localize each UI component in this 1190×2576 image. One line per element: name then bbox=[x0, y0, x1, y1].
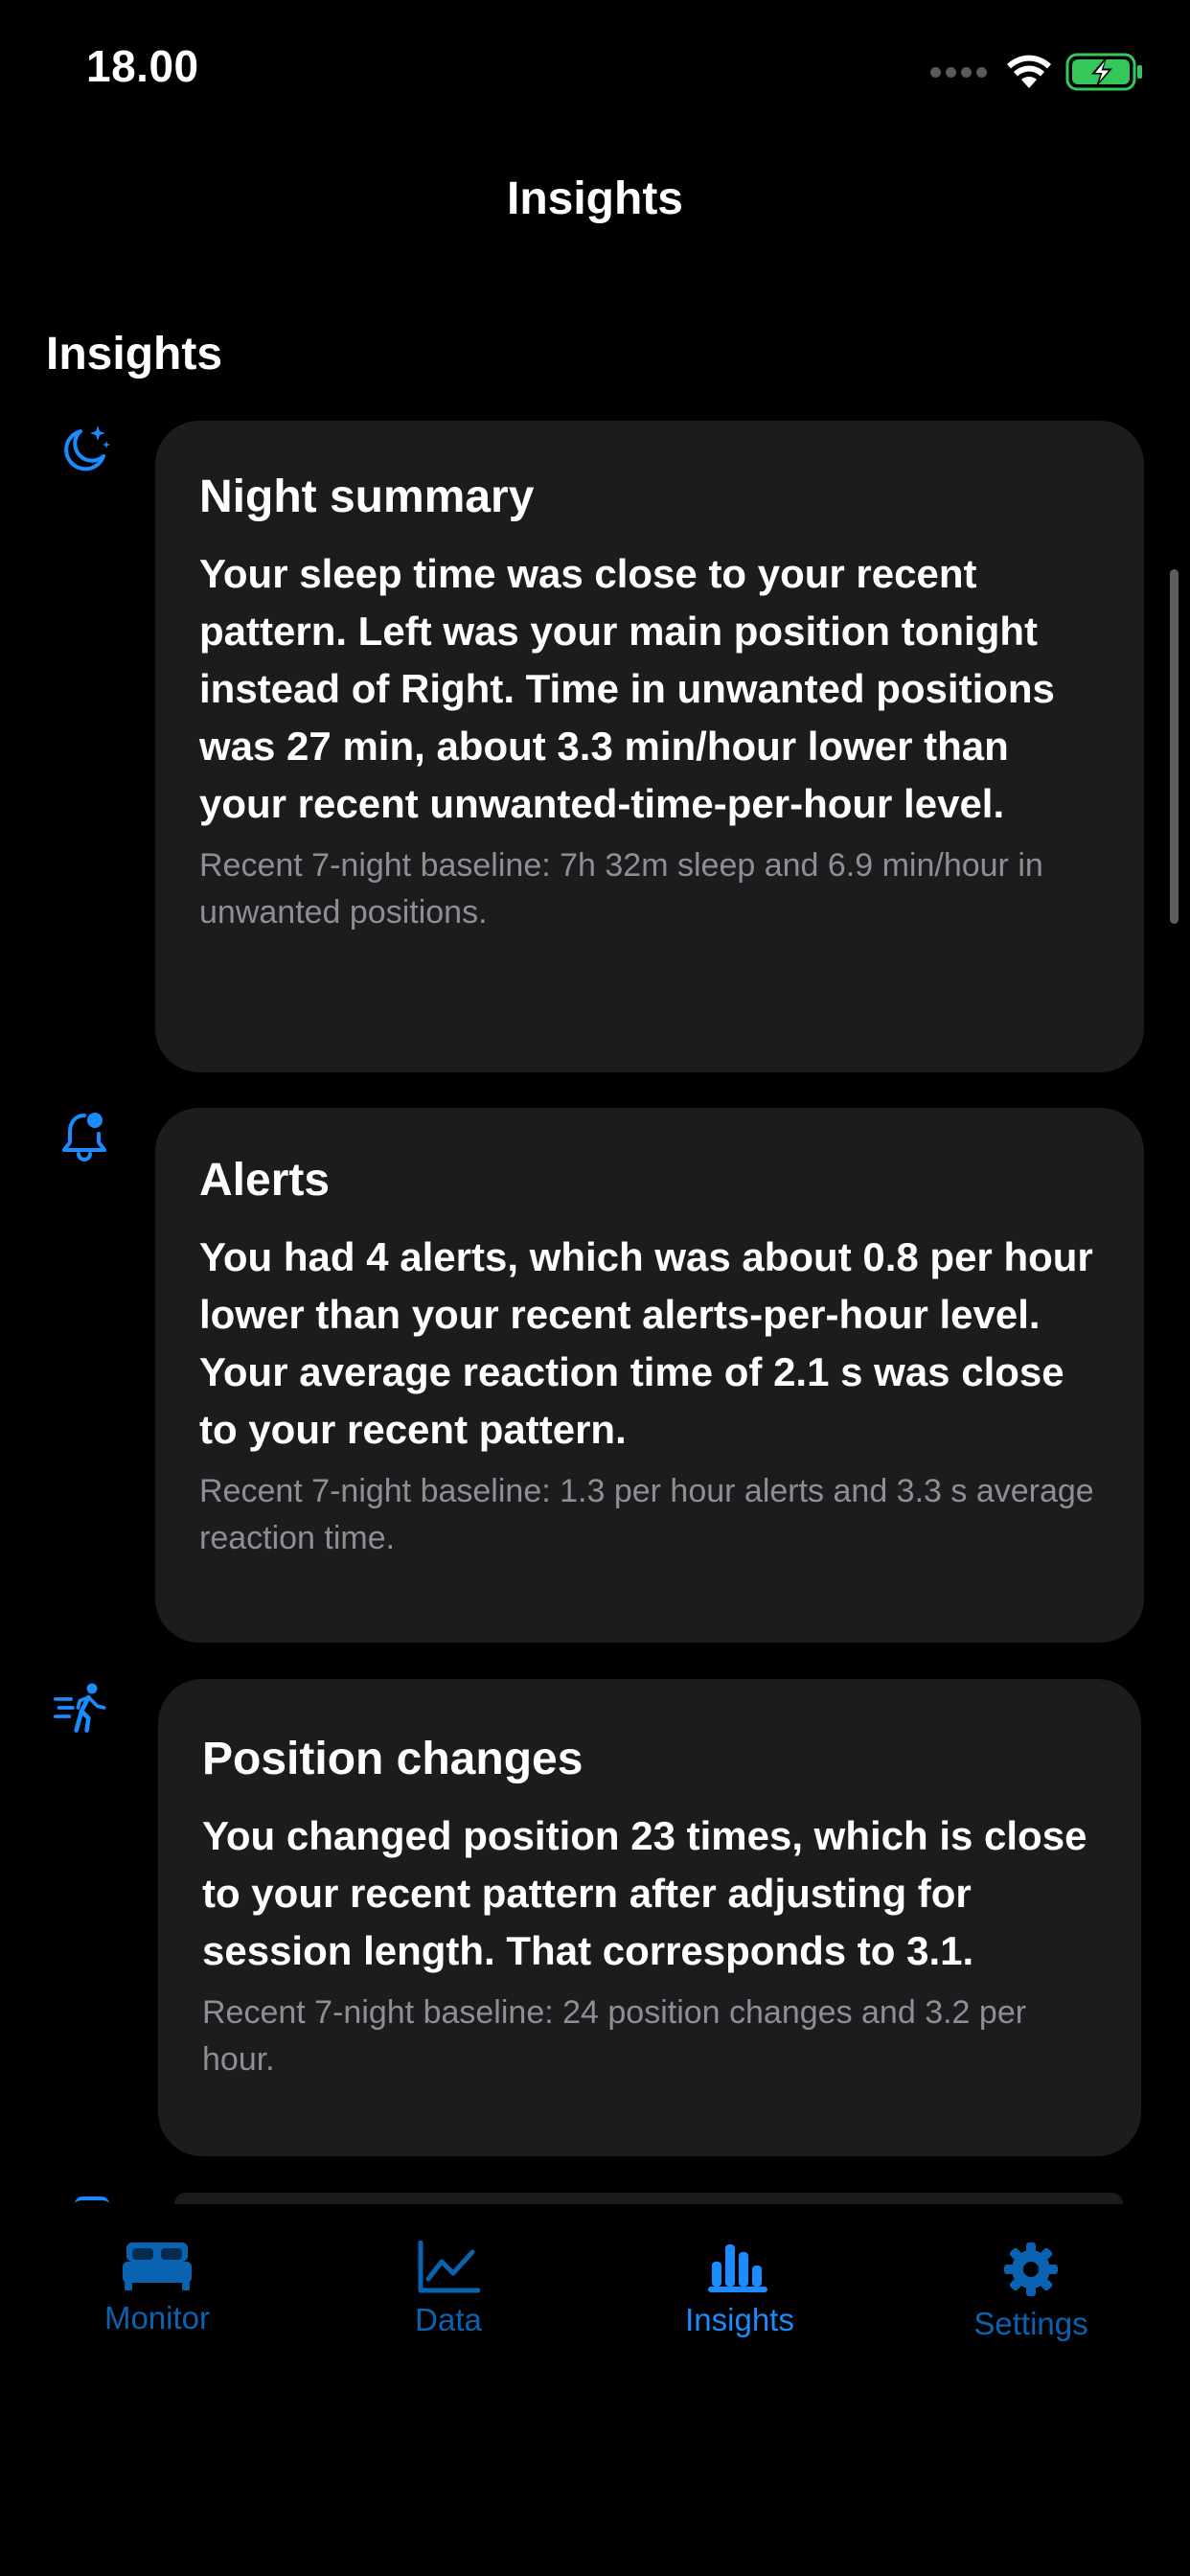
scroll-indicator[interactable] bbox=[1170, 569, 1179, 924]
bar-chart-icon bbox=[708, 2244, 767, 2292]
tab-label: Monitor bbox=[103, 2300, 211, 2335]
battery-charging-icon bbox=[1065, 53, 1142, 91]
moon-stars-icon bbox=[64, 426, 110, 472]
card-baseline-note: Recent 7-night baseline: 24 position cha… bbox=[202, 1994, 1027, 2078]
position-changes-card[interactable]: Position changes You changed position 23… bbox=[158, 1679, 1141, 2156]
night-summary-card[interactable]: Night summary Your sleep time was close … bbox=[155, 421, 1144, 1072]
card-baseline-note: Recent 7-night baseline: 7h 32m sleep an… bbox=[199, 847, 1043, 931]
card-title: Alerts bbox=[199, 1155, 331, 1206]
insights-screen: 18.00 Insights Insights Night summary Yo… bbox=[0, 0, 1190, 2576]
card-body: You changed position 23 times, which is … bbox=[202, 1813, 1087, 1973]
line-chart-icon bbox=[418, 2241, 480, 2293]
gear-icon bbox=[1004, 2242, 1058, 2296]
card-body: Your sleep time was close to your recent… bbox=[199, 551, 1055, 826]
status-time: 18.00 bbox=[86, 41, 199, 91]
card-title: Position changes bbox=[202, 1734, 584, 1784]
tab-monitor[interactable]: Monitor bbox=[52, 2241, 263, 2336]
tab-label: Settings bbox=[973, 2306, 1088, 2341]
tab-data[interactable]: Data bbox=[343, 2241, 554, 2338]
tab-label: Insights bbox=[685, 2302, 794, 2337]
status-indicators bbox=[930, 48, 1144, 96]
tab-bar: Monitor Data Insights Settings bbox=[0, 2204, 1190, 2396]
tab-label: Data bbox=[415, 2302, 482, 2337]
bell-badge-icon bbox=[62, 1113, 106, 1162]
card-title: Night summary bbox=[199, 472, 535, 522]
nav-title: Insights bbox=[506, 173, 683, 224]
alerts-card[interactable]: Alerts You had 4 alerts, which was about… bbox=[155, 1108, 1144, 1643]
tab-settings[interactable]: Settings bbox=[926, 2241, 1136, 2342]
figure-walk-motion-icon bbox=[54, 1683, 106, 1733]
card-baseline-note: Recent 7-night baseline: 1.3 per hour al… bbox=[199, 1473, 1094, 1556]
next-card-edge bbox=[174, 2193, 1123, 2204]
next-card-icon bbox=[75, 2196, 109, 2204]
card-body: You had 4 alerts, which was about 0.8 pe… bbox=[199, 1234, 1093, 1452]
section-header: Insights bbox=[46, 329, 223, 380]
bed-icon bbox=[123, 2242, 192, 2290]
cellular-signal-icon bbox=[930, 66, 987, 78]
wifi-icon bbox=[1007, 55, 1051, 88]
tab-insights[interactable]: Insights bbox=[634, 2241, 845, 2338]
